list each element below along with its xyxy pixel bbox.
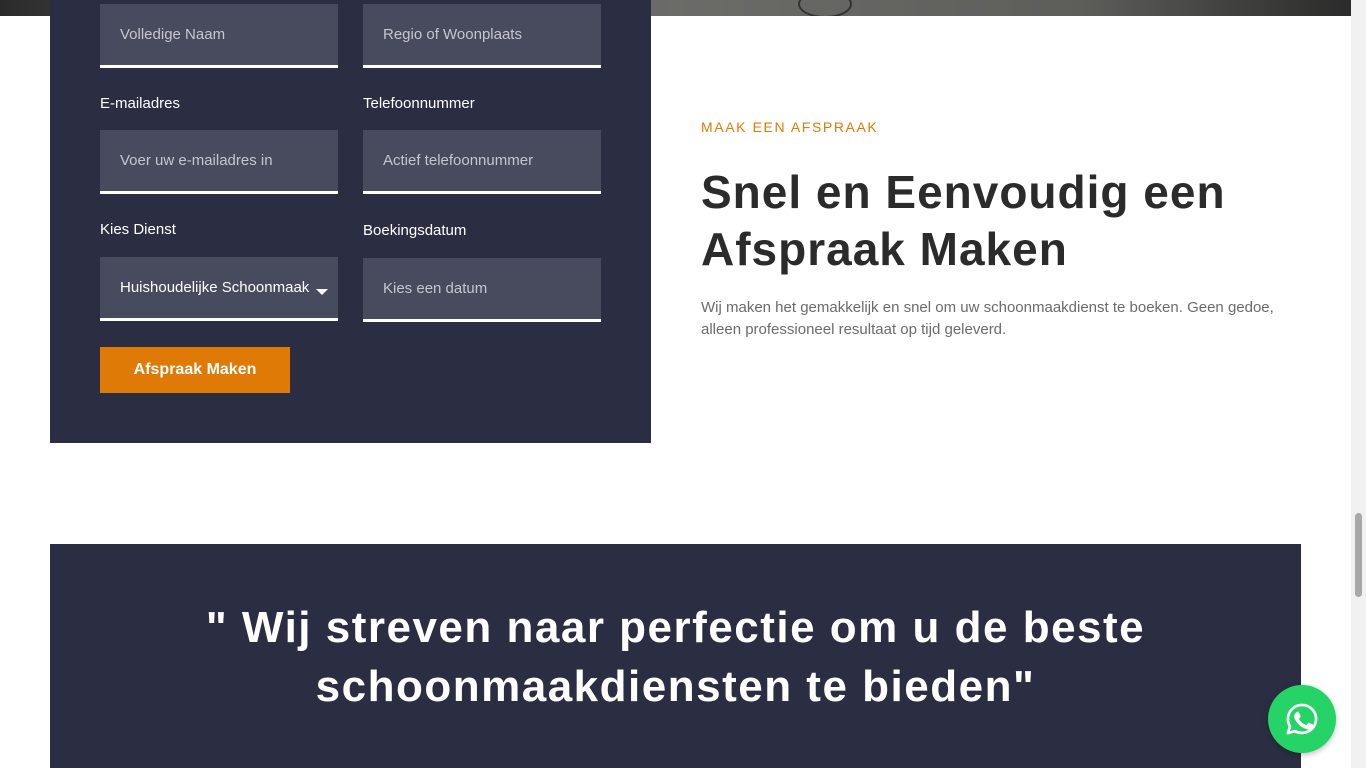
- email-label: E-mailadres: [100, 95, 181, 112]
- date-label: Boekingsdatum: [363, 222, 467, 239]
- scrollbar-thumb[interactable]: [1355, 513, 1362, 597]
- region-input[interactable]: Regio of Woonplaats: [363, 4, 601, 68]
- phone-label: Telefoonnummer: [363, 95, 475, 112]
- appointment-form: Volledige Naam Regio of Woonplaats E-mai…: [50, 0, 651, 443]
- submit-appointment-button[interactable]: Afspraak Maken: [100, 347, 290, 393]
- service-label: Kies Dienst: [100, 221, 176, 238]
- email-field[interactable]: Voer uw e-mailadres in: [100, 130, 338, 194]
- whatsapp-icon: [1286, 703, 1318, 735]
- service-select[interactable]: Huishoudelijke Schoonmaak: [100, 257, 338, 321]
- quote-banner: " Wij streven naar perfectie om u de bes…: [50, 544, 1301, 768]
- section-eyebrow: MAAK EEN AFSPRAAK: [701, 119, 879, 135]
- region-placeholder: Regio of Woonplaats: [383, 26, 522, 43]
- clock-image-detail: [798, 0, 852, 16]
- section-heading: Snel en Eenvoudig een Afspraak Maken: [701, 166, 1226, 275]
- whatsapp-chat-button[interactable]: [1268, 685, 1336, 753]
- phone-field[interactable]: Actief telefoonnummer: [363, 130, 601, 194]
- chevron-down-icon: [316, 289, 328, 295]
- section-description: Wij maken het gemakkelijk en snel om uw …: [701, 299, 1274, 338]
- phone-placeholder: Actief telefoonnummer: [383, 152, 534, 169]
- quote-text: " Wij streven naar perfectie om u de bes…: [205, 603, 1146, 711]
- full-name-input[interactable]: Volledige Naam: [100, 4, 338, 68]
- full-name-placeholder: Volledige Naam: [120, 26, 226, 43]
- page-scrollbar[interactable]: [1351, 0, 1366, 768]
- service-selected-value: Huishoudelijke Schoonmaak: [120, 279, 310, 296]
- booking-date-input[interactable]: Kies een datum: [363, 258, 601, 322]
- date-placeholder: Kies een datum: [383, 280, 488, 297]
- email-placeholder: Voer uw e-mailadres in: [120, 152, 273, 169]
